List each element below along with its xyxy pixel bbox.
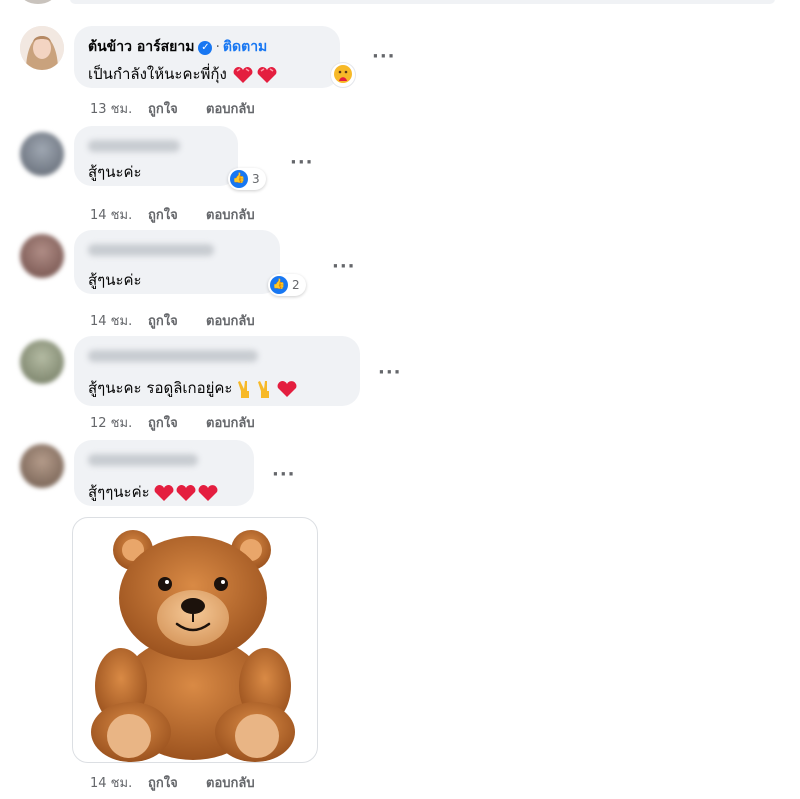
comment-actions: 14 ชม. ถูกใจ ตอบกลับ: [90, 772, 255, 793]
author-name-redacted: [88, 454, 198, 466]
comment-time[interactable]: 14 ชม.: [90, 310, 148, 331]
comment-actions: 14 ชม. ถูกใจ ตอบกลับ: [90, 310, 255, 331]
victory-heart-emojis: [238, 380, 297, 398]
reaction-summary[interactable]: 👍 2: [268, 274, 306, 296]
comment-time[interactable]: 14 ชม.: [90, 204, 148, 225]
reply-button[interactable]: ตอบกลับ: [206, 412, 255, 433]
comment-text-row: สู้ๆนะคะ รอดูลิเกอยู่คะ: [88, 376, 307, 400]
previous-comment-bubble: [70, 0, 775, 4]
like-button[interactable]: ถูกใจ: [148, 204, 206, 225]
like-button[interactable]: ถูกใจ: [148, 310, 206, 331]
author-name-redacted: [88, 244, 214, 256]
author-name[interactable]: ต้นข้าว อาร์สยาม: [88, 39, 194, 55]
like-button[interactable]: ถูกใจ: [148, 412, 206, 433]
teddy-bear-image: [91, 530, 295, 762]
separator: ·: [215, 39, 220, 55]
hug-reaction-icon[interactable]: [330, 62, 356, 88]
heart-emojis: [155, 484, 218, 501]
reply-button[interactable]: ตอบกลับ: [206, 98, 255, 119]
reaction-count: 3: [252, 172, 260, 186]
teddy-bear-sticker[interactable]: [72, 517, 318, 763]
like-button[interactable]: ถูกใจ: [148, 772, 206, 793]
avatar[interactable]: [20, 26, 64, 70]
avatar-photo: [20, 26, 64, 70]
like-button[interactable]: ถูกใจ: [148, 98, 206, 119]
more-options-icon[interactable]: ···: [378, 362, 402, 383]
avatar[interactable]: [20, 444, 64, 488]
comment-time[interactable]: 13 ชม.: [90, 98, 148, 119]
comment-text: สู้ๆๆนะค่ะ: [88, 483, 150, 501]
heart-emoji-icon: [277, 380, 297, 397]
reaction-count: 2: [292, 278, 300, 292]
comment-actions: 14 ชม. ถูกใจ ตอบกลับ: [90, 204, 255, 225]
comment-actions: 12 ชม. ถูกใจ ตอบกลับ: [90, 412, 255, 433]
comment: สู้ๆนะคะ รอดูลิเกอยู่คะ ··· 12 ชม. ถูกใจต…: [20, 336, 780, 436]
avatar[interactable]: [20, 340, 64, 384]
reaction-summary[interactable]: 👍 3: [228, 168, 266, 190]
comment-text: สู้ๆนะค่ะ: [88, 163, 142, 181]
more-options-icon[interactable]: ···: [290, 152, 314, 173]
heart-emoji-icon: [233, 66, 277, 83]
comment-time[interactable]: 12 ชม.: [90, 412, 148, 433]
comment: สู้ๆๆนะค่ะ ···: [20, 440, 780, 510]
more-options-icon[interactable]: ···: [272, 464, 296, 485]
avatar[interactable]: [20, 132, 64, 176]
verified-badge-icon: ✓: [198, 41, 213, 55]
comment-text-row: เป็นกำลังให้นะคะพี่กุ้ง: [88, 62, 278, 86]
comment-text-row: สู้ๆๆนะค่ะ: [88, 480, 220, 504]
comment-actions: 13 ชม. ถูกใจ ตอบกลับ: [90, 98, 255, 119]
author-name-redacted: [88, 140, 180, 152]
comment-bubble: สู้ๆนะค่ะ: [74, 230, 280, 294]
comment: ต้นข้าว อาร์สยาม ✓ · ติดตาม เป็นกำลังให้นะค…: [20, 26, 780, 126]
reply-button[interactable]: ตอบกลับ: [206, 310, 255, 331]
heart-emoji-icon: [199, 484, 218, 501]
author-name-redacted: [88, 350, 258, 362]
comment-bubble: สู้ๆๆนะค่ะ: [74, 440, 254, 506]
comment-time[interactable]: 14 ชม.: [90, 772, 148, 793]
like-reaction-icon: 👍: [270, 276, 288, 294]
comment-text: สู้ๆนะคะ รอดูลิเกอยู่คะ: [88, 379, 233, 397]
reply-button[interactable]: ตอบกลับ: [206, 204, 255, 225]
more-options-icon[interactable]: ···: [372, 46, 396, 67]
comment-bubble: สู้ๆนะคะ รอดูลิเกอยู่คะ: [74, 336, 360, 406]
victory-hand-icon: [258, 380, 270, 398]
comment-text: สู้ๆนะค่ะ: [88, 271, 142, 289]
comment-bubble: ต้นข้าว อาร์สยาม ✓ · ติดตาม เป็นกำลังให้นะค…: [74, 26, 340, 88]
author-name-row: ต้นข้าว อาร์สยาม ✓ · ติดตาม: [88, 36, 267, 58]
comment-text: เป็นกำลังให้นะคะพี่กุ้ง: [88, 65, 227, 83]
more-options-icon[interactable]: ···: [332, 256, 356, 277]
heart-emoji-icon: [155, 484, 174, 501]
comment: สู้ๆนะค่ะ 👍 2 ··· 14 ชม. ถูกใจ ตอบกลับ: [20, 230, 780, 330]
comment: สู้ๆนะค่ะ 👍 3 ··· 14 ชม. ถูกใจ ตอบกลับ: [20, 126, 780, 226]
victory-hand-icon: [238, 380, 250, 398]
reply-button[interactable]: ตอบกลับ: [206, 772, 255, 793]
follow-link[interactable]: ติดตาม: [223, 39, 267, 55]
previous-avatar: [20, 0, 56, 4]
comment-bubble: สู้ๆนะค่ะ: [74, 126, 238, 186]
heart-emoji-icon: [177, 484, 196, 501]
like-reaction-icon: 👍: [230, 170, 248, 188]
avatar[interactable]: [20, 234, 64, 278]
